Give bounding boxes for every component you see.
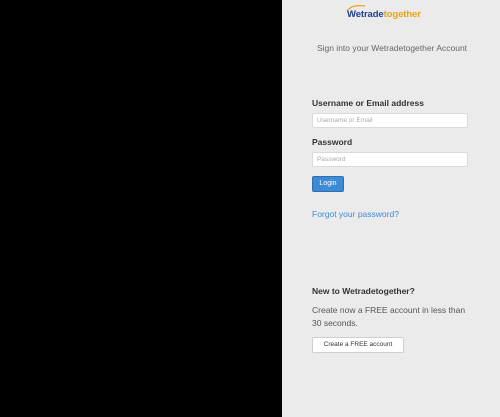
create-account-button[interactable]: Create a FREE account — [312, 337, 404, 353]
signup-heading: New to Wetradetogether? — [312, 286, 415, 296]
logo-text-primary: Wetrade — [347, 9, 384, 20]
forgot-password-link[interactable]: Forgot your password? — [312, 209, 399, 219]
login-panel: Wetradetogether Sign into your Wetradeto… — [282, 0, 500, 417]
login-button[interactable]: Login — [312, 176, 344, 192]
password-input[interactable]: Password — [312, 152, 468, 167]
logo: Wetradetogether — [347, 9, 421, 20]
username-input[interactable]: Username or Email — [312, 113, 468, 128]
login-subtitle: Sign into your Wetradetogether Account — [316, 43, 468, 53]
username-label: Username or Email address — [312, 98, 424, 108]
logo-text-secondary: together — [383, 9, 421, 20]
signup-text: Create now a FREE account in less than 3… — [312, 305, 466, 328]
password-label: Password — [312, 137, 353, 147]
left-panel — [0, 0, 282, 417]
